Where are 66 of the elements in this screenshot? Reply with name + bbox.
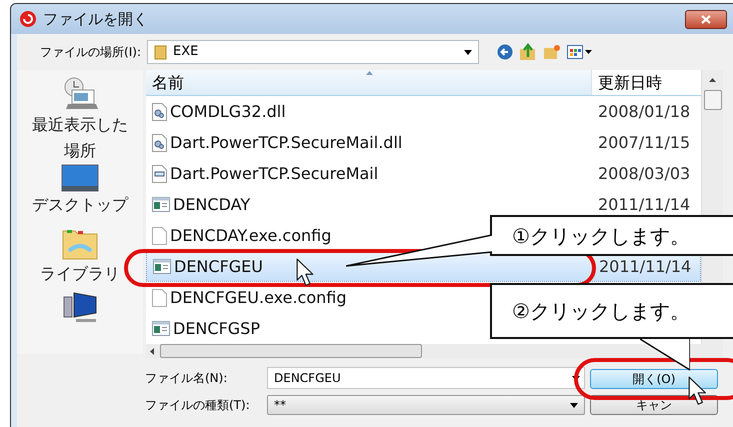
scroll-left-icon <box>150 348 154 354</box>
document-icon <box>152 226 167 244</box>
filename-label: ファイル名(N): <box>145 370 228 387</box>
callout-text: ①クリックします。 <box>512 222 690 250</box>
location-label: ファイルの場所(I): <box>39 44 142 61</box>
file-row[interactable]: COMDLG32.dll 2008/01/18 <box>146 96 701 127</box>
file-name: DENCDAY <box>173 194 250 216</box>
sort-arrow-icon <box>366 71 373 75</box>
grid-view-icon <box>567 45 583 59</box>
script-document-icon <box>152 164 167 182</box>
scroll-up-icon <box>709 78 716 82</box>
filetype-dropdown[interactable]: ** <box>267 395 585 415</box>
view-menu-button[interactable] <box>567 45 592 59</box>
sidebar-item-label: 最近表示した場所 <box>31 114 129 162</box>
file-name: DENCFGSP <box>173 318 260 340</box>
column-header[interactable]: 更新日時 <box>592 70 701 95</box>
dropdown-caret-icon <box>570 402 578 408</box>
modified-date: 2008/03/03 <box>597 162 690 184</box>
file-name: COMDLG32.dll <box>170 100 286 122</box>
dropdown-caret-icon <box>585 50 592 54</box>
file-name: Dart.PowerTCP.SecureMail.dll <box>170 132 402 154</box>
file-row[interactable]: Dart.PowerTCP.SecureMail.dll 2007/11/15 <box>146 127 701 158</box>
open-button[interactable]: 開く(O) <box>590 369 718 389</box>
modified-date: 2011/11/14 <box>597 194 690 216</box>
location-value: EXE <box>173 43 200 62</box>
sidebar-item[interactable]: デスクトップ <box>25 164 135 228</box>
pointer-cursor-icon <box>296 258 316 287</box>
app-logo-icon <box>19 10 37 28</box>
callout-text: ②クリックします。 <box>512 298 690 325</box>
sidebar-item-label: デスクトップ <box>32 194 128 216</box>
scroll-thumb[interactable] <box>704 90 722 110</box>
sidebar-item[interactable]: ライブラリ <box>25 227 135 291</box>
file-row[interactable]: DENCDAY 2011/11/14 <box>146 189 701 220</box>
file-name: Dart.PowerTCP.SecureMail <box>170 162 378 184</box>
close-button[interactable] <box>685 10 727 28</box>
filetype-label: ファイルの種類(T): <box>145 397 251 414</box>
up-folder-icon[interactable] <box>519 43 537 61</box>
dropdown-caret-icon <box>464 50 472 54</box>
location-dropdown[interactable]: EXE <box>147 40 479 64</box>
gear-document-icon <box>152 102 167 120</box>
file-name: DENCDAY.exe.config <box>170 224 332 246</box>
filename-value: DENCFGEU <box>274 370 341 387</box>
file-name: DENCFGEU.exe.config <box>170 286 347 308</box>
gear-document-icon <box>152 134 167 152</box>
computer-icon <box>62 290 98 323</box>
modified-date: 2007/11/15 <box>597 132 690 154</box>
filetype-value: ** <box>274 397 287 414</box>
desktop-icon <box>61 164 99 192</box>
file-row[interactable]: Dart.PowerTCP.SecureMail 2008/03/03 <box>146 158 701 189</box>
pointer-cursor-icon <box>688 376 708 406</box>
modified-date: 2008/01/18 <box>597 100 690 122</box>
folder-icon <box>154 44 167 60</box>
modified-date: 2011/11/14 <box>598 256 692 278</box>
sidebar-item-label: ライブラリ <box>40 263 120 286</box>
scroll-thumb[interactable] <box>160 344 422 358</box>
application-icon <box>152 197 170 212</box>
document-icon <box>152 288 167 306</box>
file-name: DENCFGEU <box>174 256 263 278</box>
close-icon <box>701 14 711 24</box>
library-folder-icon <box>61 227 99 262</box>
horizontal-scrollbar[interactable] <box>146 344 723 358</box>
application-icon <box>152 321 170 336</box>
new-folder-icon[interactable] <box>543 44 561 60</box>
window-title: ファイルを開く <box>43 8 148 30</box>
application-icon <box>153 259 171 274</box>
sidebar-item[interactable]: 最近表示した場所 <box>25 76 135 164</box>
